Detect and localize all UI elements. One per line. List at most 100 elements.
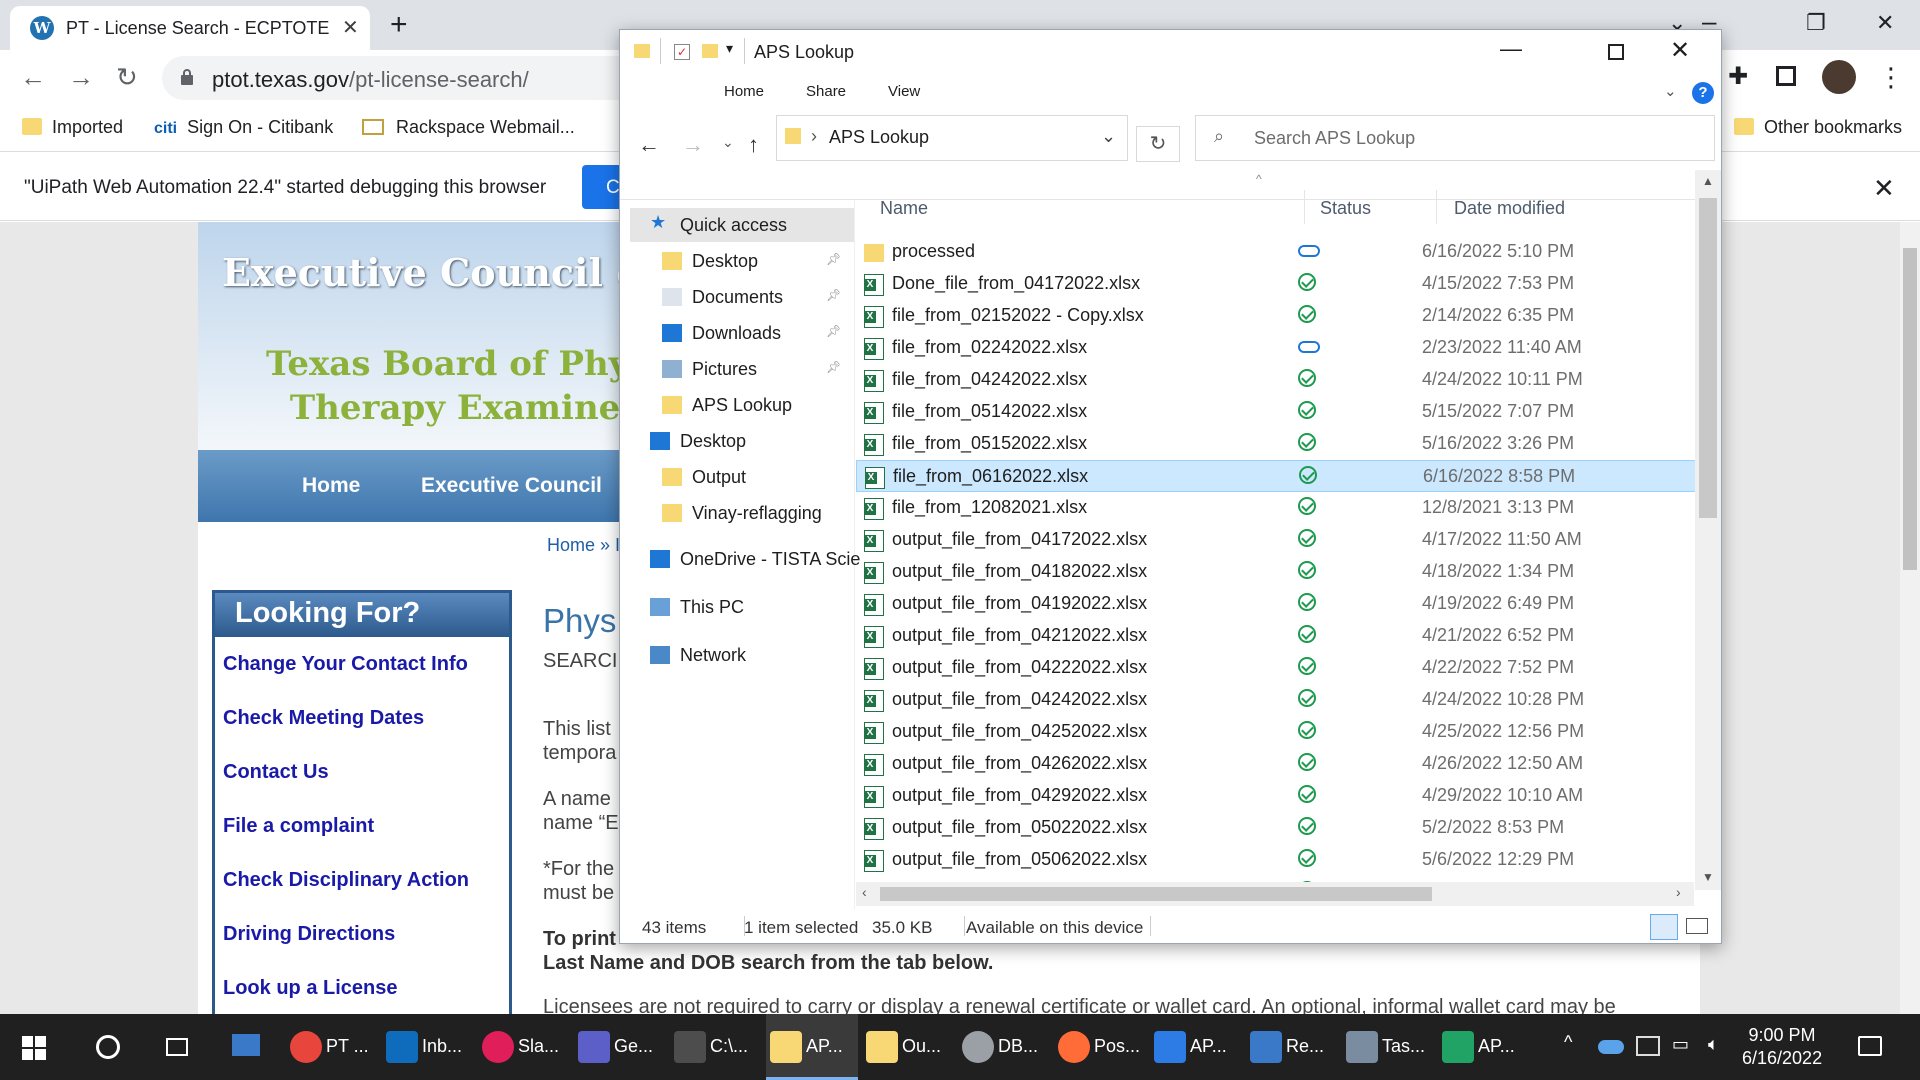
refresh-button[interactable]: ↻	[1136, 126, 1180, 162]
address-dropdown-icon[interactable]: ⌄	[1101, 126, 1116, 147]
volume-icon[interactable]: 🔈︎	[1708, 1034, 1719, 1055]
minimize-button[interactable]: —	[1500, 36, 1522, 62]
nav-item-onedrive-tista-scie[interactable]: OneDrive - TISTA Scie	[620, 542, 860, 576]
file-row[interactable]: output_file_from_04262022.xlsx 4/26/2022 …	[856, 748, 1706, 780]
taskbar-app-task-manager[interactable]: Tas...	[1342, 1014, 1434, 1080]
nav-item-vinay-reflagging[interactable]: Vinay-reflagging	[620, 496, 854, 530]
link-directions[interactable]: Driving Directions	[223, 923, 395, 946]
taskbar-app-explorer[interactable]: Ou...	[862, 1014, 954, 1080]
page-scrollbar[interactable]	[1900, 222, 1920, 1014]
horizontal-scrollbar[interactable]: ‹ ›	[856, 882, 1694, 906]
cortana-button[interactable]	[92, 1014, 128, 1080]
file-row[interactable]: output_file_from_04212022.xlsx 4/21/2022 …	[856, 620, 1706, 652]
forward-button[interactable]: →	[682, 132, 704, 158]
quick-access-dropdown-icon[interactable]: ▾	[726, 40, 733, 57]
column-name[interactable]: Name	[880, 198, 928, 219]
new-tab-button[interactable]: +	[390, 8, 408, 42]
network-icon[interactable]: ▭	[1672, 1034, 1689, 1055]
file-row[interactable]: output_file_from_04252022.xlsx 4/25/2022 …	[856, 716, 1706, 748]
show-hidden-icons[interactable]: ^	[1564, 1032, 1572, 1053]
file-row[interactable]: file_from_05152022.xlsx 5/16/2022 3:26 PM	[856, 428, 1706, 460]
bookmark-rackspace[interactable]: Rackspace Webmail...	[362, 117, 575, 138]
link-disciplinary[interactable]: Check Disciplinary Action	[223, 869, 469, 892]
back-button[interactable]: ←	[20, 62, 46, 92]
browser-tab[interactable]: W PT - License Search - ECPTOTE W ✕	[10, 6, 370, 50]
task-view-button[interactable]	[162, 1014, 198, 1080]
link-file-complaint[interactable]: File a complaint	[223, 815, 374, 838]
nav-executive-council[interactable]: Executive Council	[421, 474, 602, 498]
scroll-up-icon[interactable]: ▲	[1702, 174, 1714, 188]
file-row[interactable]: output_file_from_05062022.xlsx 5/6/2022 1…	[856, 844, 1706, 876]
file-row[interactable]: file_from_12082021.xlsx 12/8/2021 3:13 PM	[856, 492, 1706, 524]
ribbon-tab-view[interactable]: View	[888, 83, 920, 100]
ribbon-tab-share[interactable]: Share	[806, 83, 846, 100]
taskbar-app-cmd[interactable]: C:\...	[670, 1014, 762, 1080]
battery-icon[interactable]	[1636, 1036, 1660, 1056]
taskbar-app-uipath-robot[interactable]: AP...	[1438, 1014, 1530, 1080]
nav-item-this-pc[interactable]: This PC	[620, 590, 854, 624]
avatar[interactable]	[1822, 60, 1856, 94]
reload-button[interactable]: ↻	[116, 62, 138, 92]
column-status[interactable]: Status	[1320, 198, 1371, 219]
file-row[interactable]: output_file_from_04292022.xlsx 4/29/2022 …	[856, 780, 1706, 812]
other-bookmarks[interactable]: Other bookmarks	[1734, 117, 1902, 138]
nav-item-pictures[interactable]: Pictures 📌︎	[620, 352, 854, 386]
details-view-icon[interactable]	[1650, 914, 1678, 940]
bookmark-imported[interactable]: Imported	[22, 117, 123, 138]
nav-item-desktop[interactable]: Desktop	[620, 424, 854, 458]
new-folder-icon[interactable]	[702, 44, 718, 58]
maximize-button[interactable]	[1608, 44, 1624, 60]
notifications-icon[interactable]	[1858, 1036, 1882, 1056]
file-row[interactable]: output_file_from_04192022.xlsx 4/19/2022 …	[856, 588, 1706, 620]
file-row[interactable]: file_from_02152022 - Copy.xlsx 2/14/2022 …	[856, 300, 1706, 332]
system-clock[interactable]: 9:00 PM 6/16/2022	[1742, 1024, 1822, 1070]
file-row[interactable]: output_file_from_05022022.xlsx 5/2/2022 8…	[856, 812, 1706, 844]
file-row[interactable]: output_file_from_04222022.xlsx 4/22/2022 …	[856, 652, 1706, 684]
scroll-right-icon[interactable]: ›	[1676, 884, 1681, 900]
properties-icon[interactable]: ✓	[674, 44, 690, 60]
nav-item-quick-access[interactable]: ★ Quick access	[630, 208, 854, 242]
address-box[interactable]: › APS Lookup ⌄	[776, 115, 1128, 161]
help-icon[interactable]: ?	[1692, 82, 1714, 104]
restore-button[interactable]: ❐	[1806, 10, 1826, 36]
link-lookup-license[interactable]: Look up a License	[223, 977, 397, 1000]
taskbar-app-remote-desktop[interactable]: Re...	[1246, 1014, 1338, 1080]
taskbar-app-teams[interactable]: Ge...	[574, 1014, 666, 1080]
up-button[interactable]: ↑	[748, 132, 759, 158]
taskbar-app-explorer[interactable]: AP...	[766, 1014, 858, 1080]
close-icon[interactable]: ✕	[1873, 173, 1895, 204]
onedrive-icon[interactable]	[1598, 1040, 1624, 1054]
file-row[interactable]: output_file_from_04172022.xlsx 4/17/2022 …	[856, 524, 1706, 556]
side-panel-icon[interactable]	[1776, 66, 1796, 86]
taskbar-desktop[interactable]	[228, 1014, 268, 1080]
close-window-button[interactable]: ✕	[1876, 10, 1894, 36]
taskbar-app-slack[interactable]: Sla...	[478, 1014, 570, 1080]
file-row[interactable]: Done_file_from_04172022.xlsx 4/15/2022 7:…	[856, 268, 1706, 300]
file-row[interactable]: output_file_from_04182022.xlsx 4/18/2022 …	[856, 556, 1706, 588]
forward-button[interactable]: →	[68, 62, 94, 92]
scroll-down-icon[interactable]: ▼	[1702, 870, 1714, 884]
start-button[interactable]	[18, 1014, 54, 1080]
search-box[interactable]: ⌕ Search APS Lookup	[1195, 115, 1715, 161]
taskbar-app-postman[interactable]: Pos...	[1054, 1014, 1146, 1080]
link-contact-us[interactable]: Contact Us	[223, 761, 329, 784]
bookmark-citibank[interactable]: citi Sign On - Citibank	[154, 117, 333, 138]
file-row[interactable]: file_from_04242022.xlsx 4/24/2022 10:11 P…	[856, 364, 1706, 396]
nav-item-network[interactable]: Network	[620, 638, 854, 672]
close-tab-icon[interactable]: ✕	[342, 15, 359, 40]
nav-home[interactable]: Home	[302, 474, 360, 498]
nav-item-desktop[interactable]: Desktop 📌︎	[620, 244, 854, 278]
taskbar-app-dbeaver[interactable]: DB...	[958, 1014, 1050, 1080]
extensions-icon[interactable]: ✚	[1728, 62, 1748, 92]
large-icons-view-icon[interactable]	[1686, 918, 1708, 934]
recent-locations-icon[interactable]: ⌄	[722, 134, 734, 151]
link-change-contact[interactable]: Change Your Contact Info	[223, 653, 468, 676]
close-button[interactable]: ✕	[1670, 36, 1690, 65]
back-button[interactable]: ←	[638, 132, 660, 158]
chevron-right-icon[interactable]: ›	[811, 126, 817, 147]
file-row[interactable]: output_file_from_04242022.xlsx 4/24/2022 …	[856, 684, 1706, 716]
nav-item-documents[interactable]: Documents 📌︎	[620, 280, 854, 314]
file-row[interactable]: file_from_06162022.xlsx 6/16/2022 8:58 PM	[856, 460, 1706, 492]
file-row[interactable]: processed 6/16/2022 5:10 PM	[856, 236, 1706, 268]
breadcrumb[interactable]: Home » I	[547, 535, 620, 556]
